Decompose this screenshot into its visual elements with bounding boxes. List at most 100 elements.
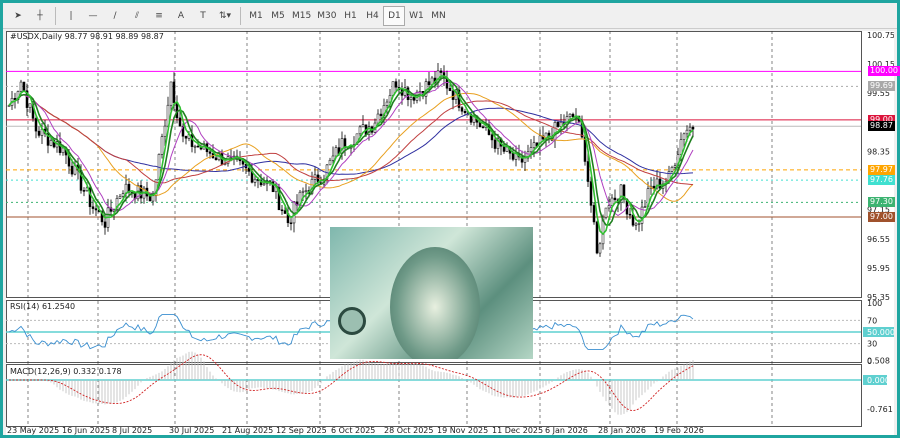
- candle-body: [91, 206, 95, 209]
- candle-body: [160, 136, 164, 155]
- candle-body: [481, 126, 485, 129]
- candle-body: [688, 126, 692, 131]
- timeframe-mn[interactable]: MN: [427, 6, 449, 26]
- price-axis-label: 98.35: [867, 147, 890, 156]
- timeframe-m15[interactable]: M15: [289, 6, 314, 26]
- candle-body: [103, 221, 107, 228]
- rsi-axis-label: 100: [867, 299, 882, 308]
- date-axis-label: 19 Nov 2025: [437, 426, 488, 435]
- candle-body: [262, 183, 266, 186]
- candle-body: [172, 81, 176, 103]
- price-axis-label: 96.55: [867, 235, 890, 244]
- candle-body: [121, 193, 125, 197]
- candle-body: [568, 113, 572, 117]
- date-axis-label: 16 Jun 2025: [62, 426, 110, 435]
- candle-body: [280, 209, 284, 212]
- date-axis-label: 28 Jan 2026: [598, 426, 646, 435]
- price-tag: 97.00: [868, 211, 895, 222]
- candle-body: [304, 190, 308, 192]
- candle-body: [451, 90, 455, 100]
- price-chart[interactable]: 100.75 100.15 99.55 98.35 97.15 96.55 95.95 95.…: [6, 31, 900, 435]
- candle-body: [151, 195, 155, 202]
- macd-pane-border: [6, 364, 862, 427]
- arrows-dropdown-icon[interactable]: ⇅▾: [214, 6, 236, 26]
- crosshair-icon[interactable]: ┼: [29, 6, 51, 26]
- date-axis-label: 30 Jul 2025: [169, 426, 214, 435]
- candle-body: [178, 117, 182, 127]
- candle-body: [379, 113, 383, 117]
- candle-body: [673, 165, 677, 168]
- date-axis-label: 11 Dec 2025: [492, 426, 543, 435]
- candle-body: [682, 133, 686, 140]
- candle-body: [463, 111, 467, 114]
- candle-body: [532, 142, 536, 148]
- candle-body: [592, 205, 596, 223]
- macd-axis-label: -0.761: [867, 405, 893, 414]
- price-tag: 97.76: [868, 175, 895, 186]
- price-tag: 97.97: [868, 164, 895, 175]
- candle-body: [283, 210, 287, 214]
- candle-body: [658, 178, 662, 189]
- candle-body: [358, 126, 362, 135]
- candle-body: [628, 213, 632, 216]
- candle-body: [37, 130, 41, 136]
- fibonacci-icon[interactable]: ≡: [148, 6, 170, 26]
- vertical-line-icon[interactable]: |: [60, 6, 82, 26]
- candle-body: [637, 223, 641, 225]
- candle-body: [331, 155, 335, 161]
- macd-zero-tag: 0.000: [867, 376, 890, 385]
- toolbar-separator: [55, 6, 56, 25]
- candle-body: [385, 101, 389, 106]
- timeframe-m30[interactable]: M30: [314, 6, 339, 26]
- timeframe-h4[interactable]: H4: [361, 6, 383, 26]
- candle-body: [511, 153, 515, 160]
- candle-body: [328, 159, 332, 166]
- horizontal-line-icon[interactable]: —: [82, 6, 104, 26]
- candle-body: [208, 151, 212, 154]
- equidistant-channel-icon[interactable]: ⫽: [126, 6, 148, 26]
- trendline-icon[interactable]: /: [104, 6, 126, 26]
- symbol-info: #USDX,Daily 98.77 98.91 98.89 98.87: [10, 32, 164, 41]
- candle-body: [613, 197, 617, 200]
- candle-body: [460, 107, 464, 112]
- price-tag: 100.00: [868, 66, 900, 77]
- candle-body: [196, 145, 200, 148]
- price-axis-label: 95.95: [867, 264, 890, 273]
- date-axis-label: 8 Jul 2025: [112, 426, 152, 435]
- candle-body: [214, 157, 218, 161]
- candle-body: [94, 208, 98, 211]
- candle-body: [70, 165, 74, 175]
- candle-body: [13, 98, 17, 101]
- candle-body: [679, 139, 683, 155]
- timeframe-m5[interactable]: M5: [267, 6, 289, 26]
- candle-body: [427, 81, 431, 86]
- candle-body: [82, 190, 86, 192]
- cursor-icon[interactable]: ➤: [7, 6, 29, 26]
- text-icon[interactable]: A: [170, 6, 192, 26]
- candle-body: [22, 81, 26, 91]
- timeframe-h1[interactable]: H1: [339, 6, 361, 26]
- candle-body: [448, 88, 452, 92]
- candle-body: [412, 97, 416, 101]
- date-axis-label: 12 Sep 2025: [276, 426, 327, 435]
- candle-body: [490, 134, 494, 141]
- candle-body: [175, 102, 179, 119]
- candle-body: [49, 140, 53, 146]
- candle-body: [529, 147, 533, 153]
- candle-body: [556, 122, 560, 127]
- candle-body: [19, 81, 23, 92]
- macd-axis-label: 0.508: [867, 357, 890, 366]
- seal-image: [338, 307, 366, 335]
- text-label-icon[interactable]: T: [192, 6, 214, 26]
- candle-body: [376, 113, 380, 124]
- candle-body: [253, 178, 257, 183]
- price-tag: 98.87: [868, 121, 895, 132]
- timeframe-w1[interactable]: W1: [405, 6, 427, 26]
- candle-body: [439, 70, 443, 73]
- candle-body: [334, 147, 338, 157]
- candle-body: [589, 181, 593, 206]
- candle-body: [523, 157, 527, 163]
- timeframe-d1[interactable]: D1: [383, 5, 406, 26]
- candle-body: [301, 190, 305, 193]
- timeframe-m1[interactable]: M1: [245, 6, 267, 26]
